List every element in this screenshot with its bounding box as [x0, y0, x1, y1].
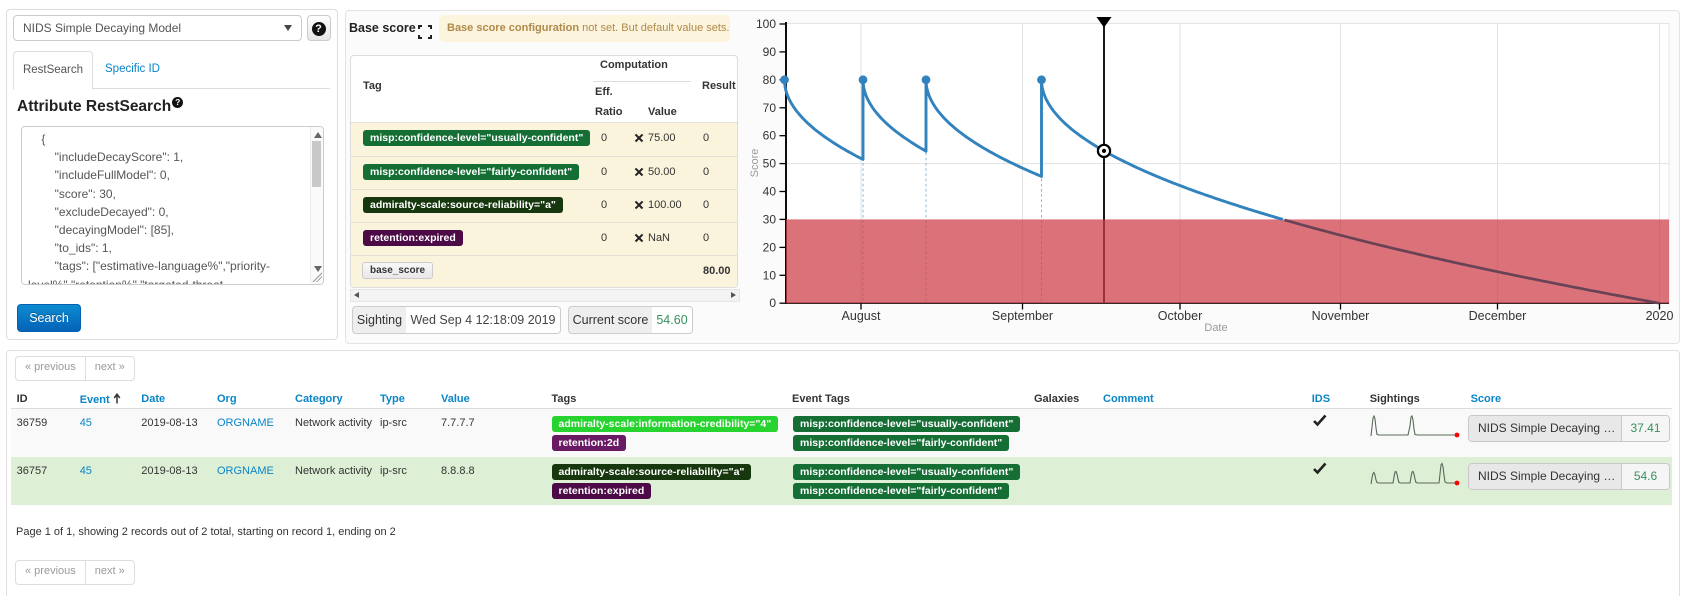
svg-text:Score: Score	[749, 149, 761, 178]
svg-text:December: December	[1469, 309, 1527, 323]
svg-text:10: 10	[763, 268, 777, 282]
svg-text:40: 40	[763, 185, 777, 199]
svg-text:2020: 2020	[1646, 309, 1674, 323]
svg-text:90: 90	[763, 45, 777, 59]
svg-text:November: November	[1312, 309, 1370, 323]
svg-text:70: 70	[763, 101, 777, 115]
svg-text:August: August	[842, 309, 881, 323]
svg-text:20: 20	[763, 240, 777, 254]
svg-text:Date: Date	[1204, 322, 1227, 334]
svg-text:October: October	[1158, 309, 1202, 323]
svg-text:100: 100	[756, 17, 776, 31]
svg-text:60: 60	[763, 129, 777, 143]
svg-text:50: 50	[763, 157, 777, 171]
svg-text:September: September	[992, 309, 1053, 323]
svg-text:0: 0	[769, 296, 776, 310]
svg-text:80: 80	[763, 73, 777, 87]
svg-text:30: 30	[763, 212, 777, 226]
